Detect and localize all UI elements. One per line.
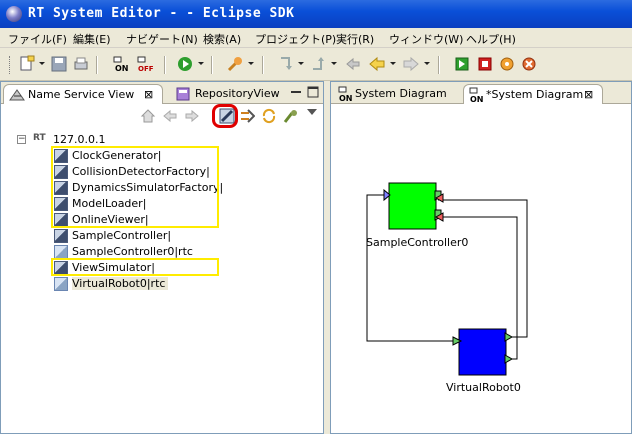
left-view-tabbar: Name Service View ⊠ RepositoryView [1, 82, 323, 104]
name-service-tree: − RT 127.0.0.1 ClockGenerator| Collision… [1, 130, 323, 433]
sample-controller0-label: SampleController0 [366, 236, 469, 249]
toolbar-grip[interactable] [9, 56, 12, 74]
menu-project[interactable]: プロジェクト(P) [255, 31, 336, 47]
host-icon: RT [33, 133, 46, 143]
sample-controller0-box[interactable] [388, 182, 437, 230]
main-toolbar: ON OFF [0, 48, 632, 81]
external-tools-icon[interactable] [226, 55, 244, 73]
rtc-config-icon[interactable] [498, 55, 516, 73]
menu-edit[interactable]: 編集(E) [73, 31, 111, 47]
tab-label: RepositoryView [195, 87, 280, 100]
outport-icon[interactable] [504, 332, 514, 342]
back-icon[interactable] [162, 108, 178, 124]
menu-bar: ファイル(F) 編集(E) ナビゲート(N) 検索(A) プロジェクト(P) 実… [0, 28, 632, 48]
menu-window[interactable]: ウィンドウ(W) [389, 31, 463, 47]
prev-annotation-icon[interactable] [309, 55, 327, 73]
new-dropdown-icon[interactable] [39, 62, 45, 65]
view-menu-icon[interactable] [307, 109, 317, 115]
toolbar-separator [262, 56, 264, 74]
rtc-off-icon[interactable]: OFF [136, 55, 154, 73]
repository-icon [175, 87, 191, 104]
menu-help[interactable]: ヘルプ(H) [466, 31, 516, 47]
tree-item-sample-controller[interactable]: SampleController| [54, 228, 314, 244]
clear-zombie-icon[interactable] [283, 108, 299, 124]
close-icon[interactable]: ⊠ [144, 88, 153, 101]
menu-file[interactable]: ファイル(F) [8, 31, 67, 47]
manager-icon [54, 229, 68, 243]
prev-dropdown-icon[interactable] [331, 62, 337, 65]
tab-system-diagram[interactable]: ON System Diagram [333, 84, 459, 104]
name-service-tab-icon [9, 88, 25, 105]
tree-root-label: 127.0.0.1 [53, 133, 106, 146]
back-dropdown-icon[interactable] [390, 62, 396, 65]
svg-text:OFF: OFF [138, 65, 154, 73]
forward-dropdown-icon[interactable] [424, 62, 430, 65]
svg-text:ON: ON [339, 94, 353, 102]
tree-item-label: VirtualRobot0|rtc [72, 277, 169, 290]
run-dropdown-icon[interactable] [198, 62, 204, 65]
eclipse-app-icon [6, 6, 22, 22]
menu-run[interactable]: 実行(R) [336, 31, 374, 47]
toolbar-separator [438, 56, 440, 74]
name-service-toolbar [1, 104, 323, 130]
run-icon[interactable] [176, 55, 194, 73]
rtc-on-icon[interactable]: ON [112, 55, 130, 73]
save-icon[interactable] [50, 55, 68, 73]
home-icon[interactable] [140, 108, 156, 124]
system-diagram-canvas[interactable]: SampleController0 VirtualRobot0 [331, 104, 631, 433]
editor-tabbar: ON System Diagram ON *System Diagram ⊠ [331, 82, 631, 104]
tools-dropdown-icon[interactable] [248, 62, 254, 65]
eclipse-window: RT System Editor - - Eclipse SDK ファイル(F)… [0, 0, 632, 434]
svg-text:ON: ON [470, 95, 484, 103]
toolbar-separator [211, 56, 213, 74]
svg-text:ON: ON [115, 64, 129, 73]
minimize-icon[interactable] [290, 86, 302, 98]
back-icon[interactable] [368, 55, 386, 73]
forward-icon[interactable] [184, 108, 200, 124]
annotation-dropdown-icon[interactable] [298, 62, 304, 65]
connect-icon[interactable] [239, 108, 256, 124]
window-title: RT System Editor - - Eclipse SDK [28, 6, 295, 21]
tree-item-virtual-robot0-rtc[interactable]: VirtualRobot0|rtc [54, 276, 314, 292]
rtc-stop-icon[interactable] [476, 55, 494, 73]
toolbar-separator [164, 56, 166, 74]
tree-item-label: SampleController0|rtc [72, 245, 193, 258]
next-annotation-icon[interactable] [277, 55, 295, 73]
collapse-icon[interactable]: − [17, 135, 26, 144]
system-diagram-icon: ON [337, 86, 355, 105]
name-service-view: Name Service View ⊠ RepositoryView − RT … [0, 81, 324, 434]
tab-label: *System Diagram [486, 88, 584, 101]
maximize-icon[interactable] [307, 86, 319, 98]
rtc-start-icon[interactable] [453, 55, 471, 73]
highlight-box [51, 146, 219, 228]
virtual-robot0-label: VirtualRobot0 [446, 381, 521, 394]
tab-label: Name Service View [28, 88, 135, 101]
connection-line[interactable] [438, 199, 528, 338]
last-edit-icon[interactable] [344, 55, 362, 73]
editor-area: ON System Diagram ON *System Diagram ⊠ S… [330, 81, 632, 434]
menu-navigate[interactable]: ナビゲート(N) [126, 31, 198, 47]
title-bar[interactable]: RT System Editor - - Eclipse SDK [0, 0, 632, 28]
highlight-circle [212, 104, 238, 128]
outport-icon[interactable] [504, 354, 514, 364]
tab-repository-view[interactable]: RepositoryView [171, 84, 280, 104]
forward-icon[interactable] [402, 55, 420, 73]
tab-name-service-view[interactable]: Name Service View ⊠ [3, 84, 163, 104]
menu-search[interactable]: 検索(A) [203, 31, 241, 47]
tab-system-diagram-modified[interactable]: ON *System Diagram ⊠ [463, 84, 603, 104]
highlight-box [51, 258, 219, 276]
tree-item-label: SampleController| [72, 229, 172, 242]
new-icon[interactable] [18, 55, 36, 73]
toolbar-separator [96, 56, 98, 74]
rtc-icon [54, 277, 68, 291]
tab-label: System Diagram [355, 87, 447, 100]
virtual-robot0-box[interactable] [458, 328, 507, 376]
rtc-exit-icon[interactable] [520, 55, 538, 73]
close-icon[interactable]: ⊠ [584, 88, 593, 101]
refresh-icon[interactable] [261, 108, 277, 124]
print-icon[interactable] [72, 55, 90, 73]
rtc-icon [54, 245, 68, 259]
